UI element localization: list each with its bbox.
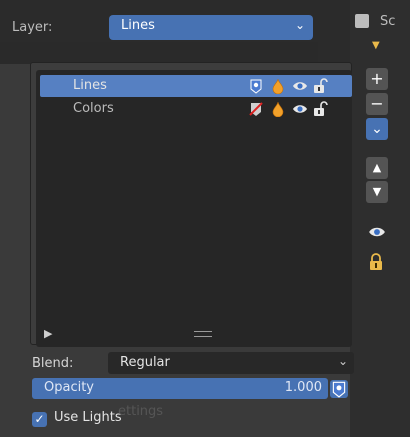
mask-icon[interactable] — [248, 78, 264, 94]
right-panel-background — [350, 0, 410, 437]
blend-value: Regular — [120, 355, 170, 370]
chevron-down-icon: ⌄ — [294, 18, 305, 32]
lock-icon[interactable] — [368, 253, 384, 275]
scene-icon — [355, 14, 369, 28]
layer-dropdown-value: Lines — [121, 18, 155, 33]
eye-icon[interactable] — [292, 78, 308, 94]
layer-specials-menu-button[interactable]: ⌄ — [366, 118, 388, 140]
move-layer-down-button[interactable]: ▼ — [366, 181, 388, 203]
opacity-value: 1.000 — [284, 380, 322, 395]
layer-name: Lines — [73, 78, 107, 93]
scene-label-partial: Sc — [380, 14, 396, 29]
mask-off-icon[interactable] — [248, 101, 264, 117]
unlock-icon[interactable] — [312, 78, 328, 94]
unlock-icon[interactable] — [312, 101, 328, 117]
blend-dropdown[interactable]: Regular ⌄ — [108, 352, 354, 374]
add-layer-button[interactable]: + — [366, 68, 388, 90]
background-toolbar — [0, 42, 318, 64]
layer-label: Layer: — [12, 20, 53, 35]
layer-row-colors[interactable]: Colors — [40, 98, 352, 120]
eye-icon[interactable] — [368, 223, 386, 245]
remove-layer-button[interactable]: − — [366, 93, 388, 115]
move-layer-up-button[interactable]: ▲ — [366, 157, 388, 179]
background-settings-text: ettings — [118, 404, 164, 419]
layer-dropdown[interactable]: Lines ⌄ — [109, 15, 313, 40]
eye-icon[interactable] — [292, 101, 308, 117]
blend-label: Blend: — [32, 356, 74, 371]
opacity-label: Opacity — [44, 380, 95, 395]
fill-icon[interactable] — [270, 78, 286, 95]
use-lights-checkbox[interactable]: ✓ — [32, 412, 47, 427]
chevron-down-icon: ⌄ — [337, 354, 348, 368]
use-lights-label: Use Lights — [54, 410, 122, 425]
expand-triangle-icon[interactable]: ▶ — [44, 327, 52, 340]
layer-row-lines[interactable]: Lines — [40, 75, 352, 97]
resize-grip[interactable] — [194, 331, 212, 337]
fill-icon[interactable] — [270, 101, 286, 118]
opacity-slider[interactable]: Opacity 1.000 — [32, 378, 328, 399]
layer-name: Colors — [73, 101, 114, 116]
mask-icon[interactable] — [330, 380, 348, 398]
expand-triangle-icon: ▼ — [372, 40, 380, 51]
